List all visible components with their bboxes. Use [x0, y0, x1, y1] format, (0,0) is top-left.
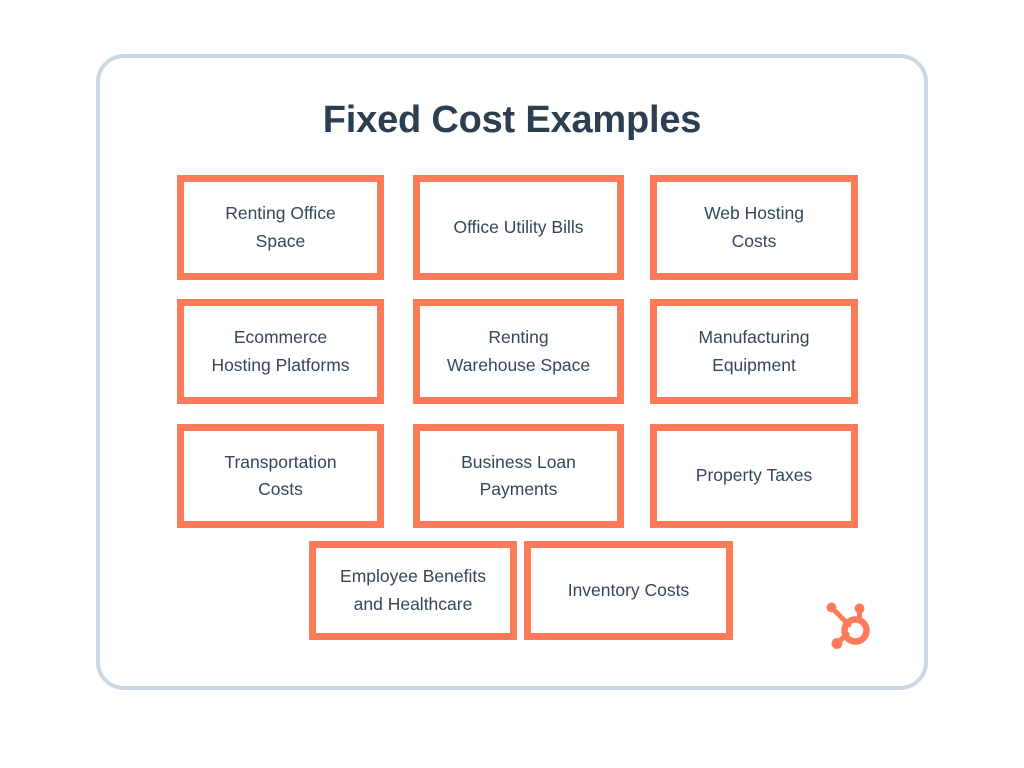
- cost-item-label: Renting Office Space: [225, 203, 336, 251]
- cost-item-renting-office-space: Renting Office Space: [177, 175, 384, 280]
- cost-item-employee-benefits-and-healthcare: Employee Benefits and Healthcare: [309, 541, 517, 640]
- cost-item-label: Business Loan Payments: [461, 451, 576, 499]
- cost-item-office-utility-bills: Office Utility Bills: [413, 175, 624, 280]
- cost-item-web-hosting-costs: Web Hosting Costs: [650, 175, 858, 280]
- cost-item-label: Inventory Costs: [567, 579, 690, 600]
- cost-item-label: Transportation Costs: [224, 451, 337, 499]
- cost-item-label: Web Hosting Costs: [704, 203, 804, 251]
- cost-item-property-taxes: Property Taxes: [650, 424, 858, 528]
- cost-item-renting-warehouse-space: Renting Warehouse Space: [413, 299, 624, 404]
- cost-item-inventory-costs: Inventory Costs: [524, 541, 733, 640]
- cost-item-ecommerce-hosting-platforms: Ecommerce Hosting Platforms: [177, 299, 384, 404]
- cost-item-transportation-costs: Transportation Costs: [177, 424, 384, 528]
- cost-item-label: Employee Benefits and Healthcare: [340, 566, 486, 614]
- infographic-canvas: Fixed Cost Examples Renting Office Space…: [0, 0, 1024, 768]
- cost-item-label: Property Taxes: [695, 465, 813, 486]
- cost-item-label: Manufacturing Equipment: [698, 327, 810, 375]
- cost-item-label: Office Utility Bills: [453, 216, 584, 237]
- fixed-cost-grid: Renting Office Space Office Utility Bill…: [100, 58, 932, 694]
- cost-item-manufacturing-equipment: Manufacturing Equipment: [650, 299, 858, 404]
- cost-item-label: Renting Warehouse Space: [446, 327, 591, 375]
- infographic-card: Fixed Cost Examples Renting Office Space…: [96, 54, 928, 690]
- cost-item-business-loan-payments: Business Loan Payments: [413, 424, 624, 528]
- hubspot-sprocket-logo: [822, 599, 876, 653]
- cost-item-label: Ecommerce Hosting Platforms: [211, 327, 350, 375]
